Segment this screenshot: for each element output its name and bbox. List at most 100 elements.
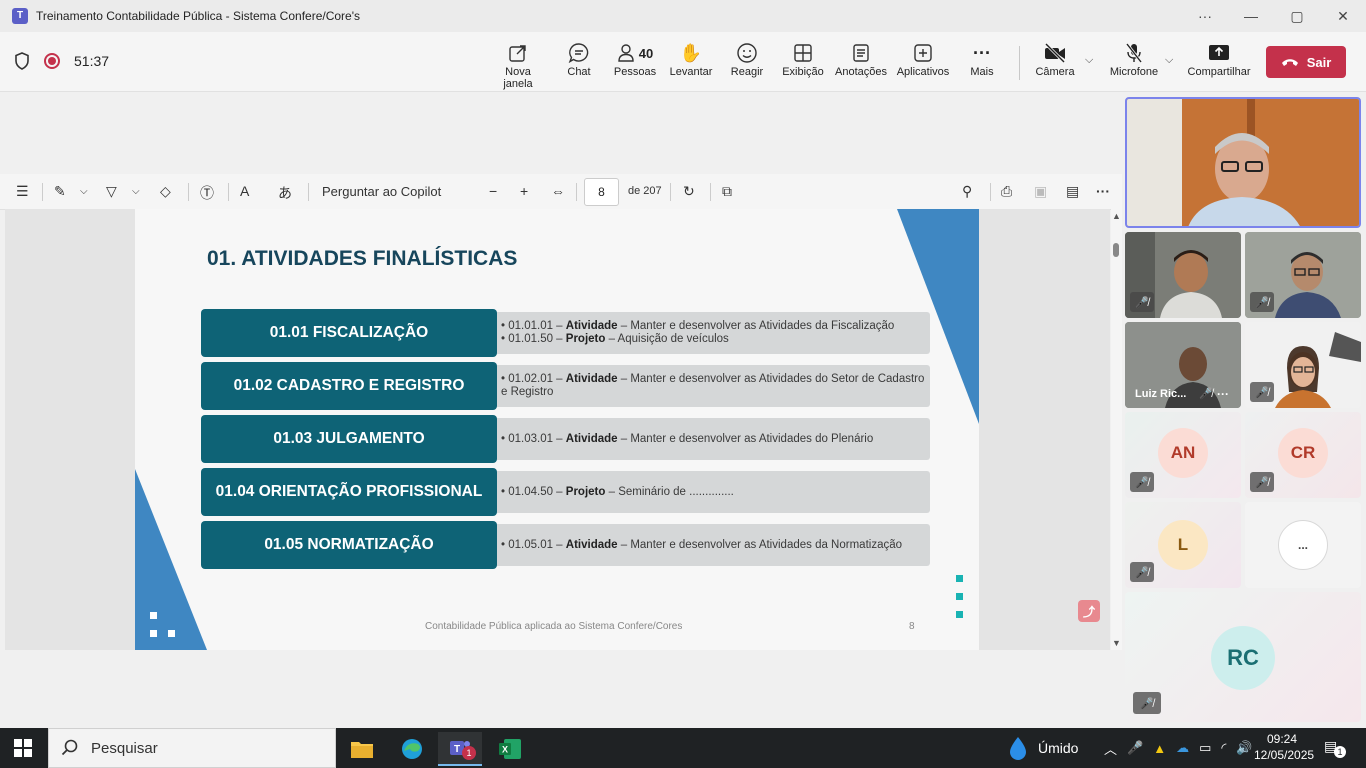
file-explorer-icon[interactable]	[340, 732, 384, 766]
participant-tile[interactable]: 🎤̸	[1245, 232, 1361, 318]
draw-icon[interactable]: ▽	[106, 183, 117, 200]
description-line: • 01.01.50 – Projeto – Aquisição de veíc…	[501, 333, 729, 345]
copilot-button[interactable]: Perguntar ao Copilot	[322, 184, 441, 199]
wifi-icon[interactable]: ◜	[1221, 740, 1226, 756]
minimize-button[interactable]: —	[1228, 0, 1274, 32]
settings-more-icon[interactable]: ···	[1096, 183, 1110, 199]
avatar: CR	[1278, 428, 1328, 478]
read-aloud-icon[interactable]: A	[240, 183, 249, 199]
apps-button[interactable]: Aplicativos	[896, 40, 950, 78]
pdf-file-icon: ⤴	[1078, 600, 1100, 622]
zoom-in-icon[interactable]: +	[520, 183, 528, 199]
chevron-up-icon[interactable]: ︿	[1104, 739, 1117, 758]
zoom-out-icon[interactable]: −	[489, 183, 497, 199]
shield-icon[interactable]	[14, 52, 30, 70]
weather-widget[interactable]: Úmido	[1006, 728, 1078, 768]
mic-off-icon: 🎤̸	[1250, 382, 1274, 402]
fit-page-icon[interactable]: ⇔	[551, 183, 565, 199]
people-button[interactable]: 40 Pessoas	[613, 40, 657, 78]
description-line: • 01.05.01 – Atividade – Manter e desenv…	[501, 538, 903, 551]
participant-tile[interactable]: CR 🎤̸	[1245, 412, 1361, 498]
share-button[interactable]: Compartilhar	[1186, 40, 1252, 78]
description-line: • 01.04.50 – Projeto – Seminário de ....…	[501, 485, 734, 498]
clock-time: 09:24	[1266, 732, 1298, 746]
mic-options-chevron-icon[interactable]: ⌵	[1165, 54, 1173, 67]
category-heading: 01.01 FISCALIZAÇÃO	[201, 309, 497, 357]
camera-options-chevron-icon[interactable]: ⌵	[1085, 54, 1093, 67]
text-box-icon[interactable]: Ⓣ	[200, 183, 214, 203]
scroll-thumb[interactable]	[1113, 243, 1119, 257]
volume-icon[interactable]: 🔊	[1236, 740, 1252, 756]
taskbar-search[interactable]: Pesquisar	[48, 728, 336, 768]
participant-tile[interactable]: L 🎤̸	[1125, 502, 1241, 588]
camera-button[interactable]: Câmera	[1034, 40, 1076, 78]
maximize-button[interactable]: ▢	[1274, 0, 1320, 32]
view-icon	[782, 40, 824, 66]
participant-tile[interactable]: 🎤̸	[1245, 322, 1361, 408]
react-button[interactable]: Reagir	[729, 40, 765, 78]
translate-icon[interactable]: あ	[278, 183, 292, 203]
eraser-icon[interactable]: ◇	[160, 183, 171, 200]
save-as-icon[interactable]: ▤	[1066, 183, 1079, 200]
chat-icon	[562, 40, 596, 66]
more-options-icon[interactable]: ···	[1182, 0, 1228, 32]
people-icon: 40	[613, 40, 657, 66]
category-row: 01.05 NORMATIZAÇÃO • 01.05.01 – Atividad…	[201, 521, 930, 569]
onedrive-icon[interactable]: ☁	[1176, 740, 1189, 756]
more-participants-button[interactable]: ...	[1278, 520, 1328, 570]
page-view-icon[interactable]: ⧉	[722, 183, 732, 200]
participant-tile-speaker[interactable]	[1125, 97, 1361, 228]
notes-label: Anotações	[835, 66, 887, 78]
category-row: 01.03 JULGAMENTO • 01.03.01 – Atividade …	[201, 415, 930, 463]
save-icon[interactable]: ▣	[1034, 183, 1047, 200]
description-line: • 01.01.01 – Atividade – Manter e desenv…	[501, 320, 895, 332]
leave-button[interactable]: Sair	[1266, 46, 1346, 78]
pdf-scrollbar[interactable]: ▲ ▼	[1111, 209, 1122, 650]
notes-icon	[835, 40, 887, 66]
more-participants-tile[interactable]: ...	[1245, 502, 1361, 588]
view-button[interactable]: Exibição	[782, 40, 824, 78]
scroll-down-icon[interactable]: ▼	[1112, 638, 1121, 648]
excel-icon[interactable]: X	[488, 732, 532, 766]
popout-icon	[489, 40, 547, 66]
rotate-icon[interactable]: ↻	[683, 183, 695, 200]
recording-icon	[44, 53, 60, 69]
participant-tile[interactable]: Luiz Ric... 🎤̸ ···	[1125, 322, 1241, 408]
apps-icon	[896, 40, 950, 66]
leave-label: Sair	[1306, 54, 1332, 70]
microphone-button[interactable]: Microfone	[1106, 40, 1162, 78]
battery-icon[interactable]: ▭	[1199, 740, 1211, 756]
highlight-chevron-icon[interactable]: ⌵	[80, 186, 88, 197]
more-button[interactable]: ··· Mais	[968, 40, 996, 79]
clock[interactable]: 09:24 12/05/2025	[1254, 731, 1314, 763]
popout-label: Nova janela	[503, 66, 533, 90]
print-icon[interactable]: ⎙	[1001, 183, 1012, 200]
teams-taskbar-icon[interactable]: T 1	[438, 732, 482, 766]
more-options-icon[interactable]: ···	[1217, 387, 1229, 401]
pdf-toolbar-divider	[576, 183, 577, 201]
page-number-input[interactable]: 8	[584, 178, 619, 206]
draw-chevron-icon[interactable]: ⌵	[132, 186, 140, 197]
close-button[interactable]: ✕	[1320, 0, 1366, 32]
search-placeholder: Pesquisar	[91, 739, 158, 757]
highlight-icon[interactable]: ✎	[54, 183, 66, 200]
raise-hand-button[interactable]: ✋ Levantar	[669, 40, 713, 79]
participant-tile[interactable]: AN 🎤̸	[1125, 412, 1241, 498]
pdf-toolbar-divider	[990, 183, 991, 201]
popout-button[interactable]: Nova janela	[489, 40, 547, 90]
decor-square	[150, 612, 157, 619]
decor-square	[956, 611, 963, 618]
participant-tile[interactable]: 🎤̸	[1125, 232, 1241, 318]
power-bi-icon[interactable]: ▲	[1153, 741, 1166, 756]
windows-start-icon[interactable]	[14, 739, 32, 757]
scroll-up-icon[interactable]: ▲	[1112, 211, 1121, 221]
edge-icon[interactable]	[390, 732, 434, 766]
search-icon[interactable]: ⚲	[962, 183, 972, 200]
notes-button[interactable]: Anotações	[835, 40, 887, 78]
category-row: 01.04 ORIENTAÇÃO PROFISSIONAL • 01.04.50…	[201, 468, 930, 516]
table-of-contents-icon[interactable]: ☰	[16, 183, 29, 200]
microphone-tray-icon[interactable]: 🎤	[1127, 740, 1143, 756]
chat-button[interactable]: Chat	[562, 40, 596, 78]
participant-tile[interactable]: RC 🎤̸	[1125, 592, 1361, 722]
hang-up-icon	[1281, 59, 1298, 66]
